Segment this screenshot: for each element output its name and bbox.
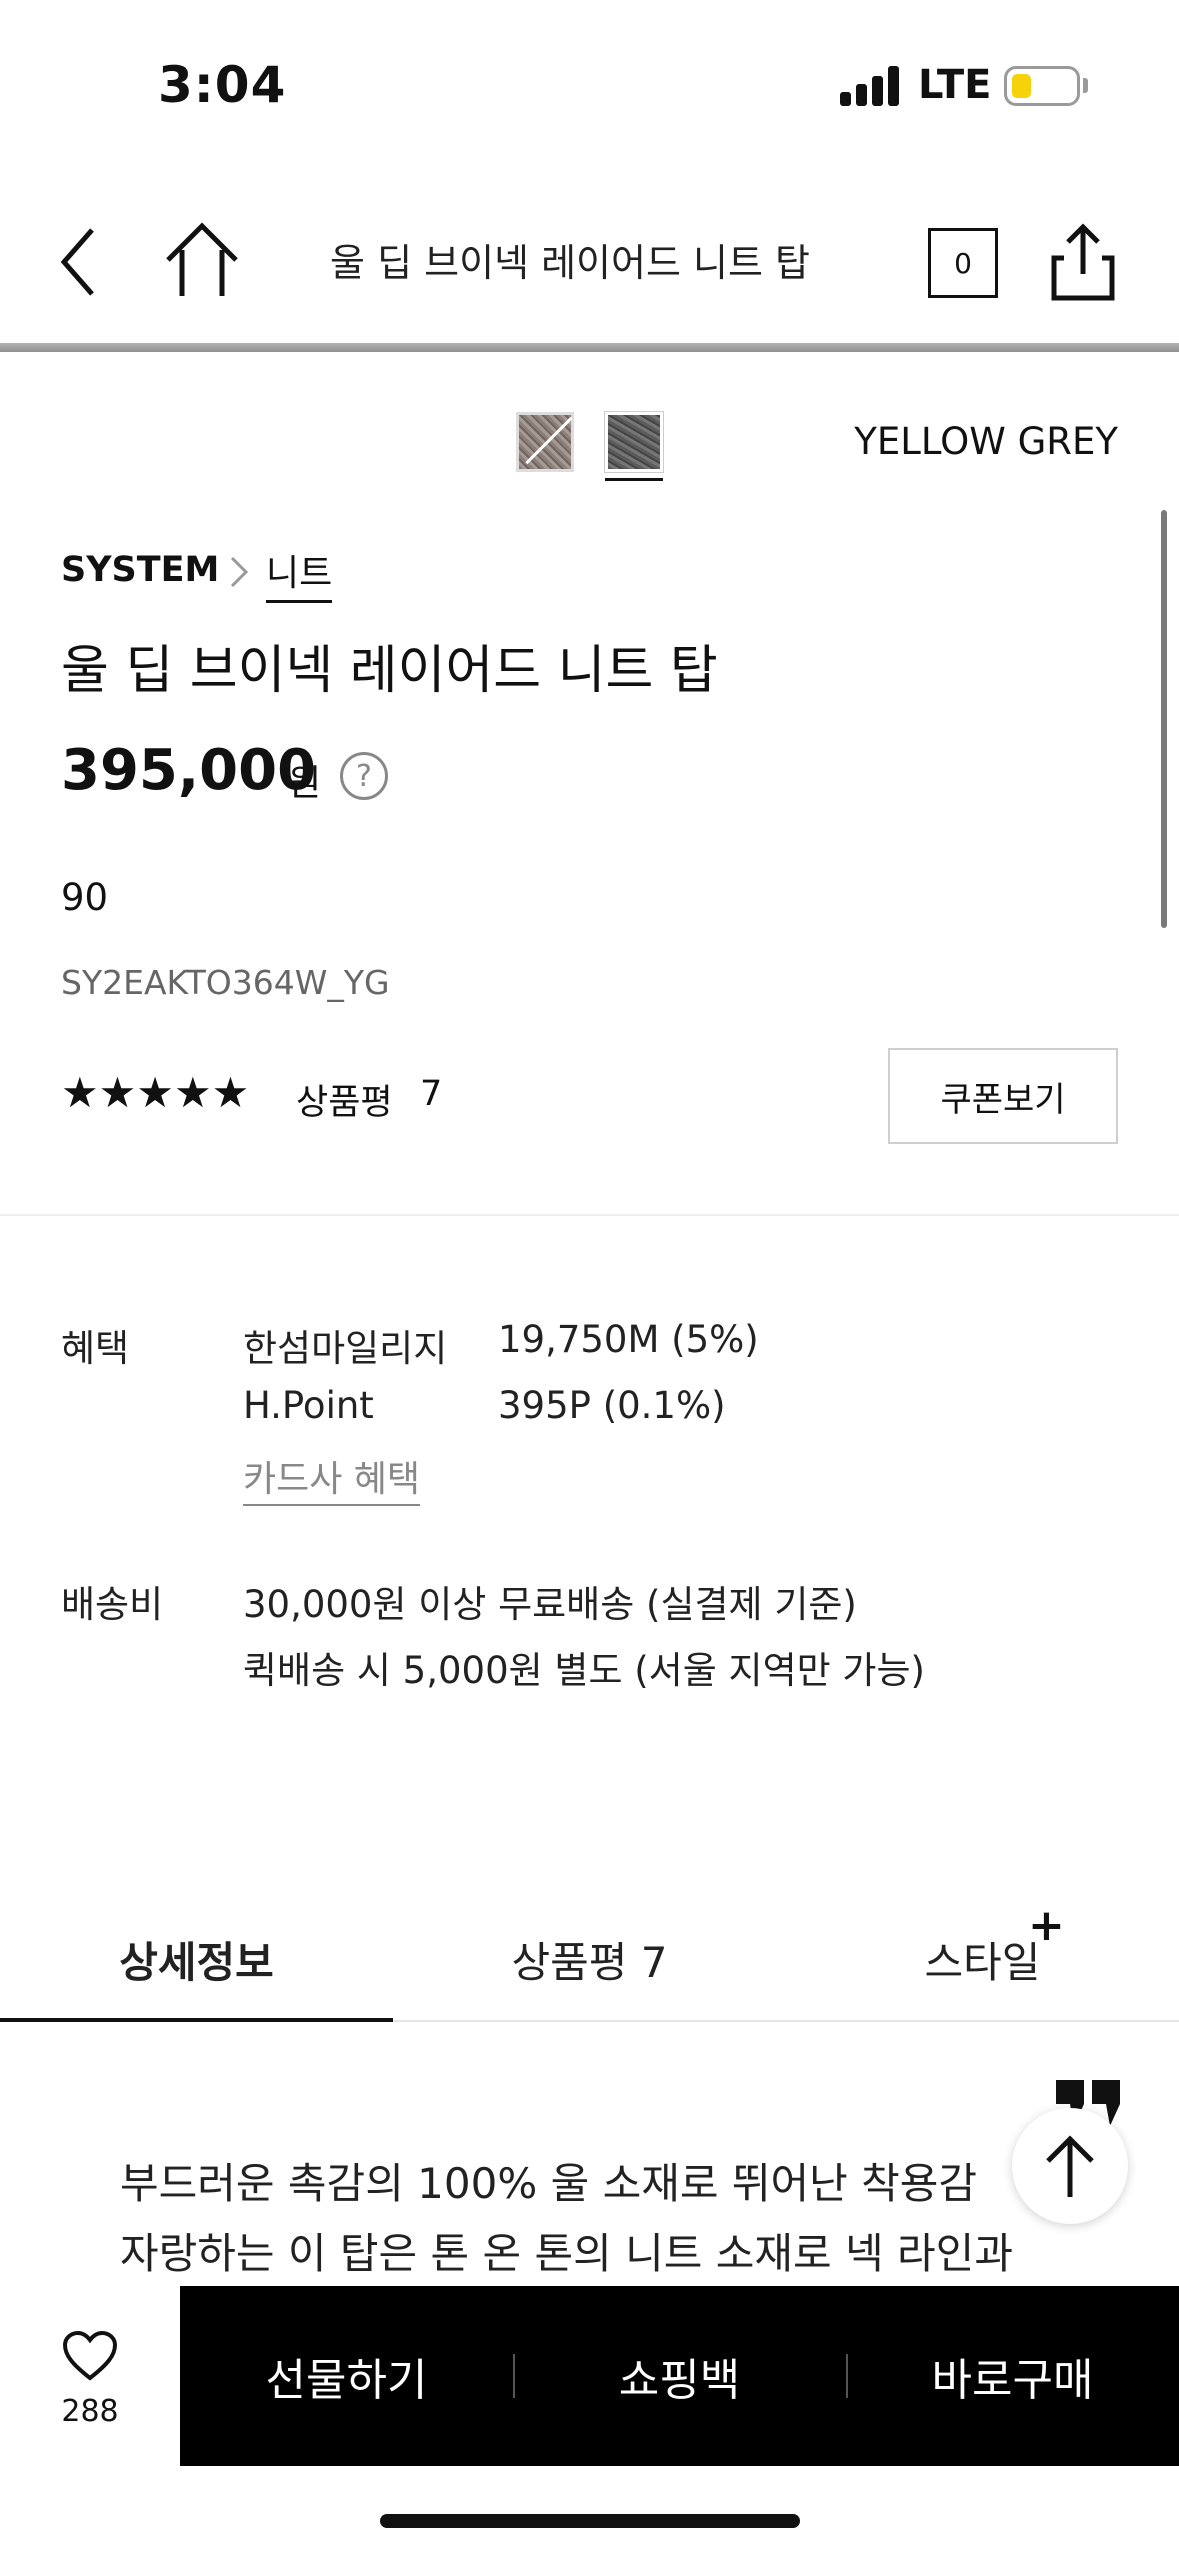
- product-price: 395,000: [61, 738, 317, 803]
- section-divider: [0, 1214, 1179, 1216]
- nav-bar: 울 딥 브이넥 레이어드 니트 탑 0: [0, 170, 1179, 345]
- home-indicator[interactable]: [380, 2514, 800, 2528]
- coupon-button[interactable]: 쿠폰보기: [888, 1048, 1118, 1144]
- discount-value: 90: [61, 876, 109, 919]
- network-type: LTE: [918, 62, 992, 108]
- selected-color-name: YELLOW GREY: [854, 420, 1118, 463]
- review-label[interactable]: 상품평: [296, 1074, 393, 1125]
- wishlist-count: 288: [61, 2394, 119, 2429]
- rating-stars-icon: ★★★★★: [61, 1068, 250, 1117]
- back-icon[interactable]: [52, 222, 112, 302]
- price-unit: 원: [288, 763, 322, 804]
- card-benefit-link[interactable]: 카드사 혜택: [243, 1450, 421, 1506]
- product-sku: SY2EAKTO364W_YG: [61, 963, 390, 1002]
- battery-nub: [1083, 78, 1088, 93]
- benefit-value: 19,750M (5%): [498, 1318, 759, 1361]
- tab-reviews[interactable]: 상품평 7: [393, 1896, 786, 2022]
- arrow-up-icon: [1046, 2135, 1094, 2197]
- swatch-selected-underline: [605, 478, 663, 481]
- benefit-name: 한섬마일리지: [243, 1327, 448, 1370]
- page-title: 울 딥 브이넥 레이어드 니트 탑: [330, 241, 810, 285]
- gift-button[interactable]: 선물하기: [180, 2286, 513, 2466]
- battery-icon: [1004, 66, 1080, 106]
- product-name: 울 딥 브이넥 레이어드 니트 탑: [61, 641, 718, 701]
- purchase-actions: 선물하기 쇼핑백 바로구매: [180, 2286, 1179, 2466]
- color-swatch-selected[interactable]: [604, 411, 664, 473]
- chevron-right-icon: [224, 550, 254, 590]
- tab-style-plus: +: [1028, 1900, 1065, 1951]
- benefits-label: 혜택: [61, 1327, 130, 1370]
- shopping-bag-button[interactable]: 쇼핑백: [513, 2286, 846, 2466]
- status-bar: 3:04 LTE: [0, 0, 1179, 170]
- home-icon[interactable]: [162, 220, 242, 300]
- status-time: 3:04: [158, 56, 287, 114]
- heart-icon: [62, 2330, 118, 2381]
- scrollbar[interactable]: [1161, 510, 1167, 928]
- tab-active-indicator: [0, 2018, 393, 2022]
- tab-detail-info[interactable]: 상세정보: [0, 1896, 393, 2022]
- nav-divider: [0, 343, 1179, 352]
- category-link[interactable]: 니트: [266, 544, 333, 603]
- share-icon[interactable]: [1050, 222, 1116, 302]
- tab-style[interactable]: 스타일: [786, 1896, 1179, 2022]
- color-swatch-soldout[interactable]: [516, 412, 574, 472]
- benefit-name: H.Point: [243, 1384, 374, 1427]
- signal-icon: [840, 66, 900, 106]
- cart-button[interactable]: 0: [928, 228, 998, 298]
- shipping-line: 30,000원 이상 무료배송 (실결제 기준): [243, 1583, 857, 1626]
- wishlist-button[interactable]: 288: [0, 2286, 180, 2466]
- shipping-line: 퀵배송 시 5,000원 별도 (서울 지역만 가능): [243, 1649, 925, 1692]
- price-help-icon[interactable]: ?: [340, 752, 388, 800]
- description-line: 자랑하는 이 탑은 톤 온 톤의 니트 소재로 넥 라인과: [120, 2229, 1013, 2278]
- shipping-label: 배송비: [61, 1583, 164, 1626]
- scroll-to-top-button[interactable]: [1012, 2108, 1128, 2224]
- buy-now-button[interactable]: 바로구매: [846, 2286, 1179, 2466]
- description-line: 부드러운 촉감의 100% 울 소재로 뛰어난 착용감: [120, 2159, 978, 2208]
- brand-link[interactable]: SYSTEM: [61, 550, 219, 590]
- benefit-value: 395P (0.1%): [498, 1384, 726, 1427]
- detail-tabs: 상세정보 상품평 7 스타일: [0, 1896, 1179, 2022]
- review-count[interactable]: 7: [420, 1074, 442, 1114]
